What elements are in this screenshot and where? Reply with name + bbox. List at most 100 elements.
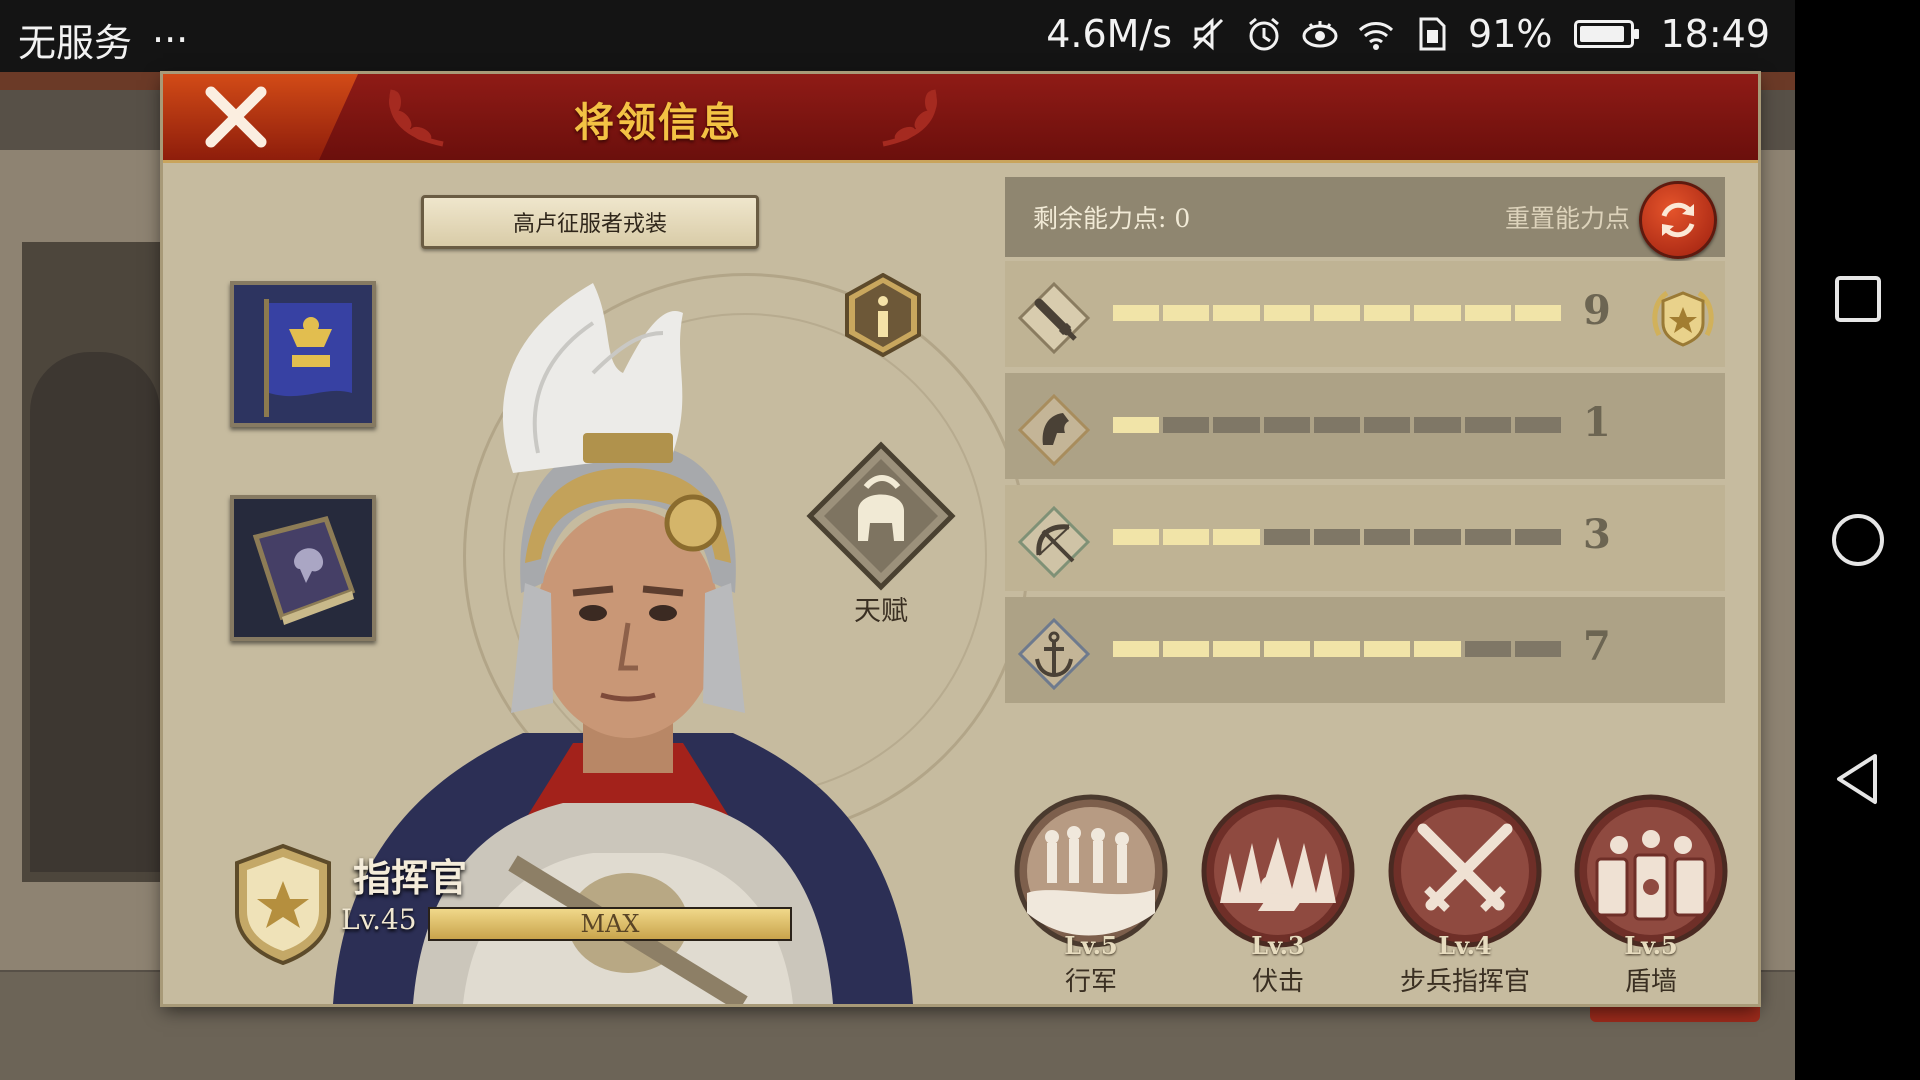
skill-name: 盾墙 [1624, 967, 1677, 997]
stat-segment-empty [1364, 529, 1411, 545]
book-item-slot[interactable] [230, 495, 376, 641]
stat-segment-empty [1163, 417, 1210, 433]
reset-points-button[interactable] [1639, 181, 1717, 259]
alarm-icon [1244, 14, 1284, 54]
recents-icon[interactable] [1831, 272, 1885, 326]
stat-value: 7 [1583, 623, 1611, 670]
panel-title: 将领信息 [574, 99, 742, 146]
clock: 18:49 [1660, 12, 1770, 56]
stat-segment-empty [1213, 417, 1260, 433]
stat-row-navy: 7 [1005, 597, 1725, 703]
stat-segment-filled [1213, 529, 1260, 545]
skill-name: 步兵指挥官 [1399, 967, 1530, 997]
battery-fill [1580, 26, 1624, 42]
background-wall-right [1760, 150, 1795, 970]
stat-segment-empty [1464, 641, 1511, 657]
stat-segment-filled [1313, 641, 1361, 657]
stat-segment-filled [1163, 641, 1210, 657]
rank-title: 指挥官 [353, 855, 468, 900]
ability-points-header: 剩余能力点: 0 重置能力点 [1005, 177, 1725, 259]
stat-segment-filled [1263, 305, 1310, 321]
talent-label: 天赋 [854, 596, 908, 627]
eye-icon [1300, 14, 1340, 54]
skill-shield-wall[interactable]: Lv.5 盾墙 [1571, 793, 1731, 997]
stat-segment-empty [1313, 417, 1361, 433]
stat-segment-empty [1414, 529, 1461, 545]
stat-segment-filled [1414, 641, 1461, 657]
horse-icon [1017, 393, 1091, 467]
stat-segment-filled [1113, 529, 1160, 545]
level-progress-bar: MAX [428, 907, 792, 941]
stat-segment-empty [1464, 529, 1511, 545]
laurel-star-icon [1652, 290, 1714, 347]
march-icon [1014, 794, 1168, 948]
skill-name: 伏击 [1251, 967, 1304, 997]
banner-item-slot[interactable] [230, 281, 376, 427]
stat-segment-filled [1514, 305, 1561, 321]
stat-bar [1113, 417, 1561, 433]
panel-header: 将领信息 [163, 74, 1758, 163]
wifi-icon [1356, 14, 1396, 54]
stat-segment-filled [1163, 305, 1210, 321]
general-info-panel: 将领信息 高卢征服者戎装 天赋 指挥官 Lv.45 MAX 剩余能力点: 0 重… [163, 74, 1758, 1004]
legion-banner-icon [234, 285, 372, 423]
stat-segment-empty [1263, 417, 1310, 433]
stat-segment-filled [1113, 417, 1160, 433]
stat-row-archery: 3 [1005, 485, 1725, 591]
stat-segment-empty [1313, 529, 1361, 545]
book-icon [234, 499, 372, 637]
skill-march[interactable]: Lv.5 行军 [1011, 793, 1171, 997]
level-progress-text: MAX [580, 910, 640, 938]
stat-bar [1113, 305, 1561, 321]
stat-segment-empty [1514, 417, 1561, 433]
skill-level: Lv.5 [1624, 931, 1678, 960]
skill-level: Lv.3 [1251, 931, 1305, 960]
stat-segment-filled [1313, 305, 1361, 321]
stat-segment-empty [1464, 417, 1511, 433]
stat-row-cavalry: 1 [1005, 373, 1725, 479]
stat-segment-filled [1113, 305, 1160, 321]
skill-level: Lv.5 [1064, 931, 1118, 960]
stat-segment-filled [1213, 641, 1260, 657]
skill-name: 行军 [1064, 967, 1117, 997]
stat-segment-empty [1514, 641, 1561, 657]
stat-segment-empty [1364, 417, 1411, 433]
mute-icon [1188, 14, 1228, 54]
refresh-icon [1661, 202, 1695, 238]
info-icon[interactable] [845, 273, 921, 357]
battery-percent: 91% [1468, 12, 1553, 56]
stat-bar [1113, 641, 1561, 657]
net-speed: 4.6M/s [1046, 12, 1173, 56]
stat-segment-filled [1464, 305, 1511, 321]
bow-icon [1017, 505, 1091, 579]
stat-segment-filled [1364, 641, 1411, 657]
talent-button[interactable] [806, 441, 956, 591]
reset-points-label: 重置能力点 [1504, 204, 1630, 233]
crossed-swords-icon [1388, 794, 1542, 948]
battery-icon [1574, 20, 1640, 48]
stat-segment-empty [1263, 529, 1310, 545]
skill-infantry-commander[interactable]: Lv.4 步兵指挥官 [1385, 793, 1545, 997]
stat-bar [1113, 529, 1561, 545]
carrier-label: 无服务 [18, 21, 133, 65]
home-icon[interactable] [1831, 513, 1885, 567]
panel-body: 高卢征服者戎装 天赋 指挥官 Lv.45 MAX 剩余能力点: 0 重置能力点 … [163, 163, 1758, 1004]
stat-value: 1 [1583, 399, 1611, 446]
sword-icon [1017, 281, 1091, 355]
stat-segment-filled [1263, 641, 1310, 657]
skill-ambush[interactable]: Lv.3 伏击 [1198, 793, 1358, 997]
stat-segment-empty [1514, 529, 1561, 545]
navigation-bar [1795, 0, 1920, 1080]
stat-value: 3 [1583, 511, 1611, 558]
back-icon[interactable] [1831, 752, 1885, 806]
skill-level: Lv.4 [1438, 931, 1492, 960]
stat-segment-filled [1163, 529, 1210, 545]
stat-segment-empty [1414, 417, 1461, 433]
ambush-icon [1201, 794, 1355, 948]
stat-row-attack: 9 [1005, 261, 1725, 367]
outfit-name-button[interactable]: 高卢征服者戎装 [421, 195, 759, 249]
stat-segment-filled [1414, 305, 1461, 321]
shield-wall-icon [1574, 794, 1728, 948]
general-level: Lv.45 [341, 903, 417, 936]
more-notifications: ··· [152, 17, 189, 62]
